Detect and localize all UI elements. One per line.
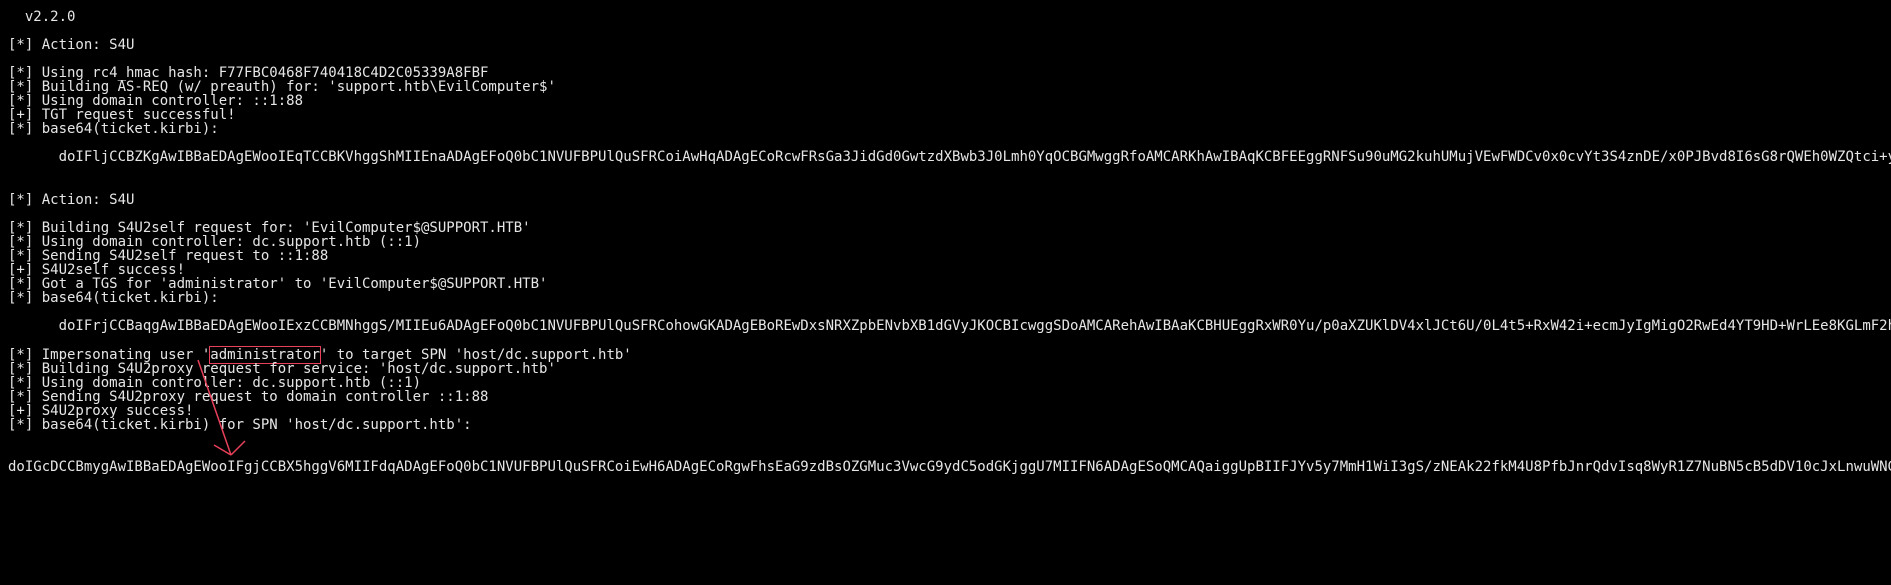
output-line: [*] base64(ticket.kirbi) for SPN 'host/d… <box>8 417 472 433</box>
output-line: [*] base64(ticket.kirbi): <box>8 121 219 137</box>
ticket-base64-s4u2self: doIFrjCCBaqgAwIBBaEDAgEWooIExzCCBMNhggS/… <box>8 318 1891 334</box>
version-line: v2.2.0 <box>8 9 76 25</box>
ticket-base64-tgt: doIFljCCBZKgAwIBBaEDAgEWooIEqTCCBKVhggSh… <box>8 149 1891 165</box>
terminal-window: v2.2.0 [*] Action: S4U [*] Using rc4_hma… <box>0 0 1891 585</box>
ticket-base64-s4u2proxy: doIGcDCCBmygAwIBBaEDAgEWooIFgjCCBX5hggV6… <box>8 459 1891 475</box>
output-line: [*] base64(ticket.kirbi): <box>8 290 219 306</box>
output-line: [*] Action: S4U <box>8 192 135 208</box>
output-line: [*] Action: S4U <box>8 37 135 53</box>
